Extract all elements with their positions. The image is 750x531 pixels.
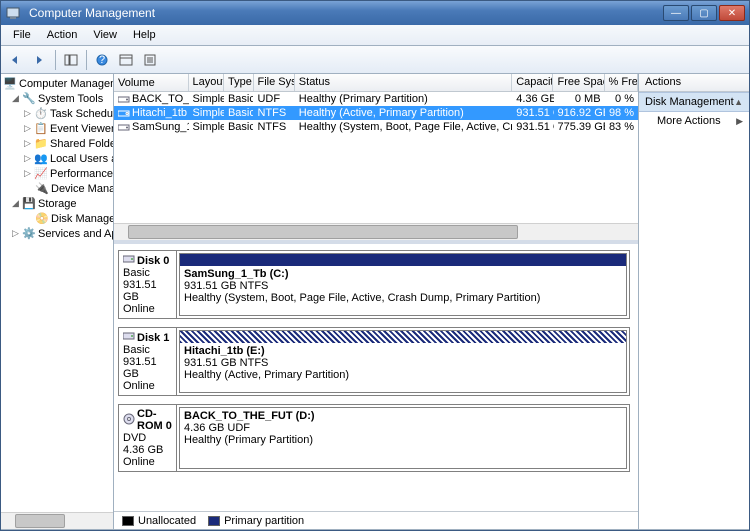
disk-map: Disk 0Basic931.51 GBOnlineSamSung_1_Tb (… [114, 244, 638, 511]
actions-more[interactable]: More Actions▶ [639, 112, 749, 130]
menu-file[interactable]: File [5, 27, 39, 43]
tree-task-scheduler[interactable]: ▷⏱️Task Scheduler [1, 106, 113, 121]
disk-panel[interactable]: Disk 0Basic931.51 GBOnlineSamSung_1_Tb (… [118, 250, 630, 319]
disk-volume-text: Hitachi_1tb (E:)931.51 GB NTFSHealthy (A… [180, 343, 626, 383]
close-button[interactable]: ✕ [719, 5, 745, 21]
disk-icon [123, 254, 135, 267]
properties-button[interactable] [139, 49, 161, 71]
tree-storage[interactable]: ◢💾Storage [1, 196, 113, 211]
disk-volume[interactable]: Hitachi_1tb (E:)931.51 GB NTFSHealthy (A… [179, 330, 627, 393]
col-status[interactable]: Status [295, 74, 512, 91]
back-button[interactable] [5, 49, 27, 71]
titlebar: Computer Management — ▢ ✕ [1, 1, 749, 25]
forward-button[interactable] [29, 49, 51, 71]
col-freespace[interactable]: Free Space [553, 74, 604, 91]
volume-list-header: Volume Layout Type File System Status Ca… [114, 74, 638, 92]
col-layout[interactable]: Layout [189, 74, 224, 91]
tree-shared-folders[interactable]: ▷📁Shared Folders [1, 136, 113, 151]
legend-primary-label: Primary partition [224, 515, 304, 527]
disk-info: Disk 1Basic931.51 GBOnline [119, 328, 177, 395]
minimize-button[interactable]: — [663, 5, 689, 21]
disk-icon [123, 413, 135, 428]
disk-volume[interactable]: SamSung_1_Tb (C:)931.51 GB NTFSHealthy (… [179, 253, 627, 316]
legend-unallocated-swatch [122, 516, 134, 526]
actions-header: Actions [639, 74, 749, 92]
tree-event-viewer[interactable]: ▷📋Event Viewer [1, 121, 113, 136]
disk-volume-text: SamSung_1_Tb (C:)931.51 GB NTFSHealthy (… [180, 266, 626, 306]
col-type[interactable]: Type [224, 74, 254, 91]
tree-local-users[interactable]: ▷👥Local Users and Group [1, 151, 113, 166]
col-volume[interactable]: Volume [114, 74, 189, 91]
col-pctfree[interactable]: % Free [605, 74, 638, 91]
toolbar: ? [1, 46, 749, 74]
tree-system-tools[interactable]: ◢🔧System Tools [1, 91, 113, 106]
volume-row[interactable]: BACK_TO_THE_F...SimpleBasicUDFHealthy (P… [114, 92, 638, 106]
collapse-icon: ▲ [734, 97, 743, 107]
volume-bar [180, 331, 626, 343]
tree-device-manager[interactable]: 🔌Device Manager [1, 181, 113, 196]
col-capacity[interactable]: Capacity [512, 74, 553, 91]
tree-root[interactable]: 🖥️Computer Management (Loc [1, 76, 113, 91]
disk-info: Disk 0Basic931.51 GBOnline [119, 251, 177, 318]
disk-panel[interactable]: CD-ROM 0DVD4.36 GBOnlineBACK_TO_THE_FUT … [118, 404, 630, 472]
volume-list[interactable]: BACK_TO_THE_F...SimpleBasicUDFHealthy (P… [114, 92, 638, 223]
menu-view[interactable]: View [85, 27, 125, 43]
disk-panel[interactable]: Disk 1Basic931.51 GBOnlineHitachi_1tb (E… [118, 327, 630, 396]
actions-disk-management[interactable]: Disk Management▲ [639, 92, 749, 112]
volume-bar [180, 254, 626, 266]
nav-tree: 🖥️Computer Management (Loc ◢🔧System Tool… [1, 74, 114, 529]
svg-text:?: ? [99, 54, 105, 66]
maximize-button[interactable]: ▢ [691, 5, 717, 21]
col-filesystem[interactable]: File System [254, 74, 295, 91]
menu-action[interactable]: Action [39, 27, 86, 43]
legend: Unallocated Primary partition [114, 511, 638, 529]
disk-info: CD-ROM 0DVD4.36 GBOnline [119, 405, 177, 471]
refresh-button[interactable] [115, 49, 137, 71]
disk-volume-text: BACK_TO_THE_FUT (D:)4.36 GB UDFHealthy (… [180, 408, 626, 448]
actions-pane: Actions Disk Management▲ More Actions▶ [638, 74, 749, 529]
list-scrollbar[interactable] [114, 223, 638, 240]
volume-icon [118, 122, 130, 132]
help-button[interactable]: ? [91, 49, 113, 71]
chevron-right-icon: ▶ [736, 116, 743, 127]
disk-icon [123, 331, 135, 344]
app-icon [5, 5, 21, 21]
volume-icon [118, 108, 130, 118]
tree-disk-management[interactable]: 📀Disk Management [1, 211, 113, 226]
window-title: Computer Management [25, 6, 663, 20]
tree-performance[interactable]: ▷📈Performance [1, 166, 113, 181]
legend-primary-swatch [208, 516, 220, 526]
disk-volume[interactable]: BACK_TO_THE_FUT (D:)4.36 GB UDFHealthy (… [179, 407, 627, 469]
tree-services-apps[interactable]: ▷⚙️Services and Applications [1, 226, 113, 241]
volume-icon [118, 94, 130, 104]
show-hide-tree-button[interactable] [60, 49, 82, 71]
menu-help[interactable]: Help [125, 27, 164, 43]
tree-scrollbar[interactable] [1, 512, 113, 529]
volume-row[interactable]: SamSung_1_Tb (C:)SimpleBasicNTFSHealthy … [114, 120, 638, 134]
menubar: File Action View Help [1, 25, 749, 46]
legend-unallocated-label: Unallocated [138, 515, 196, 527]
volume-row[interactable]: Hitachi_1tb (E:)SimpleBasicNTFSHealthy (… [114, 106, 638, 120]
